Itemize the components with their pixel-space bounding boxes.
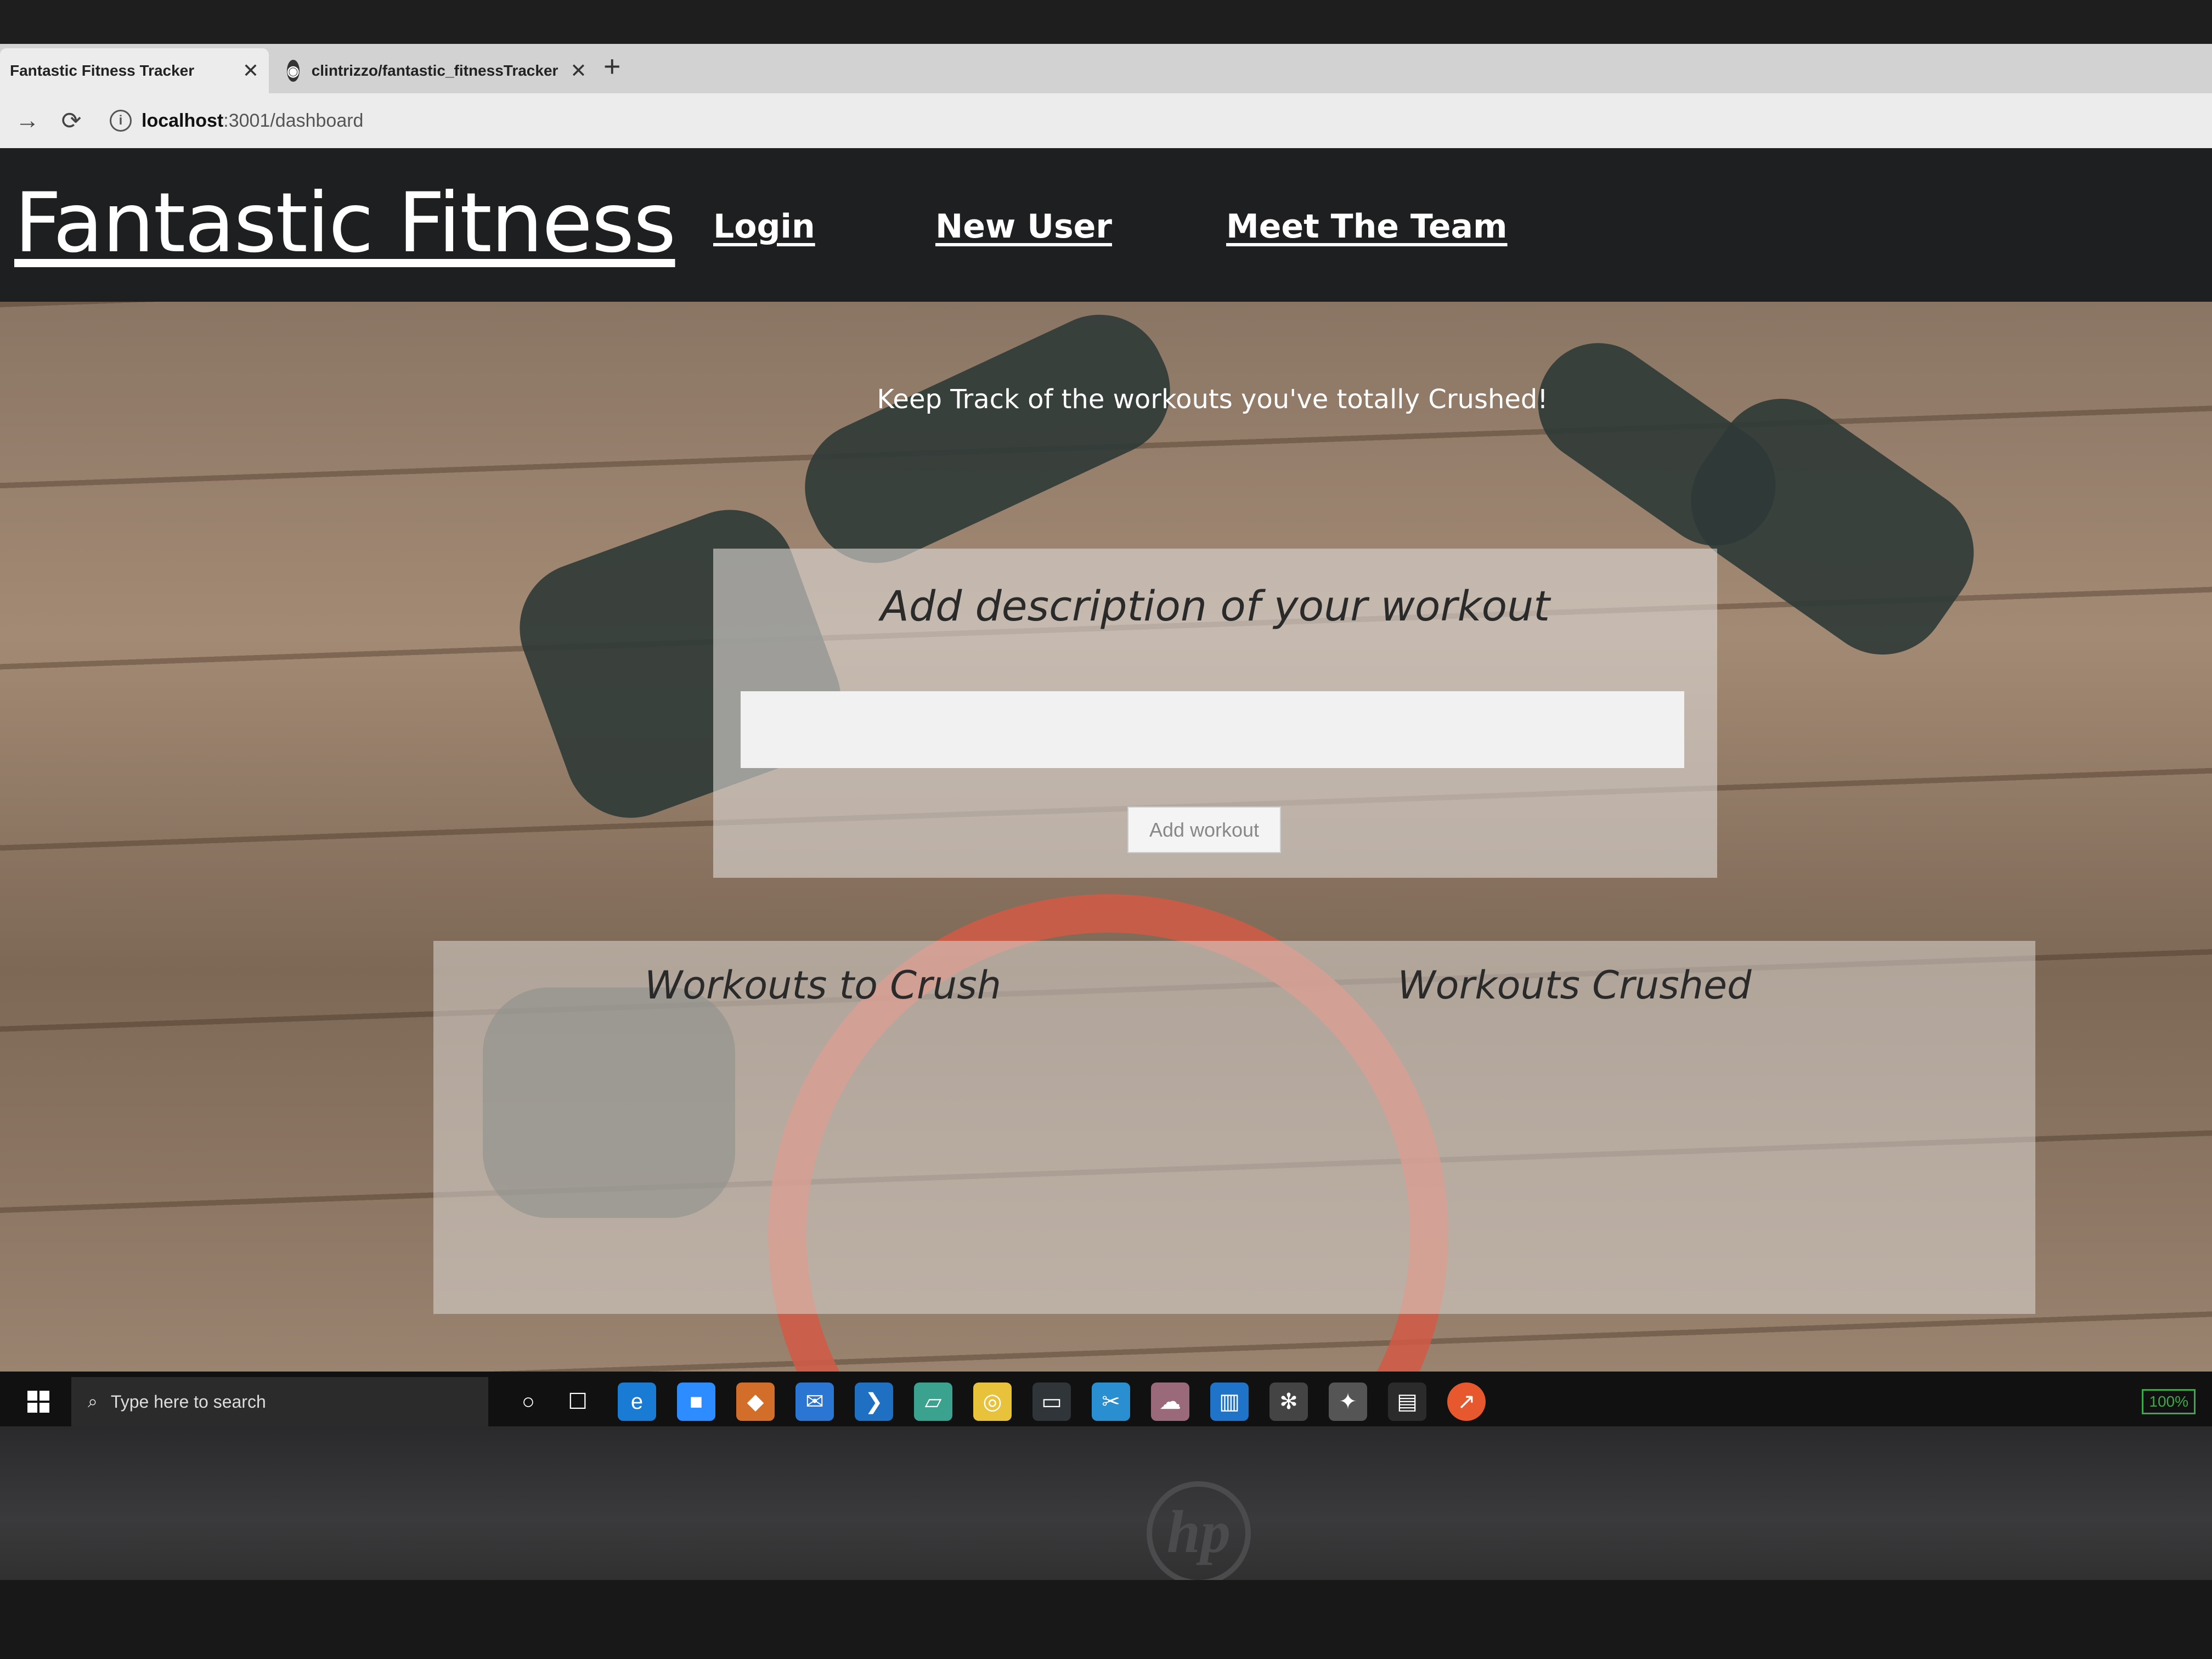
cortana-icon[interactable]: ○ [509,1383,548,1421]
search-icon: ⌕ [88,1391,98,1411]
workouts-crushed-panel: Workouts Crushed [1234,941,2035,1314]
column-title: Workouts to Crush [644,963,1002,1008]
close-tab-icon[interactable]: ✕ [570,59,586,82]
add-workout-form: Add description of your workout Add work… [713,549,1717,878]
tagline: Keep Track of the workouts you've totall… [877,384,1548,415]
column-title: Workouts Crushed [1397,963,1752,1008]
brand-link[interactable]: Fantastic Fitness [14,176,676,271]
postman-icon[interactable]: ↗ [1447,1383,1486,1421]
settings-icon[interactable]: ✻ [1269,1383,1308,1421]
snipping-icon[interactable]: ✂ [1092,1383,1130,1421]
photo-stage: Fantastic Fitness Tracker ✕ ◉ clintrizzo… [0,0,2212,1659]
forward-icon[interactable]: → [11,107,44,134]
address-bar: → ⟳ i localhost:3001/dashboard [0,93,2212,148]
reload-icon[interactable]: ⟳ [55,107,88,135]
trello-icon[interactable]: ▥ [1210,1383,1249,1421]
tab-github-repo[interactable]: ◉ clintrizzo/fantastic_fitnessTracker ✕ [277,48,587,93]
url-path: :3001/dashboard [223,110,364,131]
monitor-bezel-top [0,0,2212,44]
task-view-icon[interactable]: ☐ [558,1383,597,1421]
tab-title: clintrizzo/fantastic_fitnessTracker [311,62,558,79]
search-placeholder: Type here to search [110,1391,266,1412]
form-title: Add description of your workout [880,582,1550,630]
git-icon[interactable]: ◆ [736,1383,775,1421]
vscode-icon[interactable]: ❯ [855,1383,893,1421]
notepad-icon[interactable]: ▱ [914,1383,952,1421]
terminal-icon[interactable]: ▭ [1032,1383,1071,1421]
nav-login[interactable]: Login [713,207,815,246]
taskbar-search-box[interactable]: ⌕ Type here to search [71,1377,488,1426]
nav-new-user[interactable]: New User [935,207,1112,246]
zoom-icon[interactable]: ■ [677,1383,715,1421]
browser-tabbar: Fantastic Fitness Tracker ✕ ◉ clintrizzo… [0,44,2212,93]
nav-meet-the-team[interactable]: Meet The Team [1226,207,1508,246]
info-icon[interactable]: i [110,110,132,132]
hp-logo: hp [1147,1481,1251,1585]
site-navbar: Fantastic Fitness Login New User Meet Th… [0,148,2212,302]
dumbbell-shape [783,302,1192,585]
tab-fantastic-fitness[interactable]: Fantastic Fitness Tracker ✕ [0,48,269,93]
battery-indicator[interactable]: 100% [2142,1389,2196,1414]
close-tab-icon[interactable]: ✕ [242,59,259,82]
new-tab-button[interactable]: + [603,49,621,83]
tab-title: Fantastic Fitness Tracker [10,62,195,79]
workouts-to-crush-panel: Workouts to Crush [433,941,1234,1314]
cloud-icon[interactable]: ☁ [1151,1383,1189,1421]
windows-taskbar: ⌕ Type here to search ○ ☐ e ■ ◆ ✉ ❯ ▱ ◎ … [0,1372,2212,1432]
edge-icon[interactable]: e [618,1383,656,1421]
slack-icon[interactable]: ✦ [1329,1383,1367,1421]
workout-description-input[interactable] [741,691,1684,768]
desk-surface [0,1580,2212,1659]
hero-background: Keep Track of the workouts you've totall… [0,302,2212,1415]
url-host: localhost [142,110,224,131]
windows-start-icon[interactable] [27,1391,49,1413]
url-field[interactable]: i localhost:3001/dashboard [110,110,363,132]
mail-icon[interactable]: ✉ [795,1383,834,1421]
add-workout-button[interactable]: Add workout [1127,806,1281,853]
chrome-icon[interactable]: ◎ [973,1383,1012,1421]
console-icon[interactable]: ▤ [1388,1383,1426,1421]
github-icon: ◉ [287,60,300,82]
